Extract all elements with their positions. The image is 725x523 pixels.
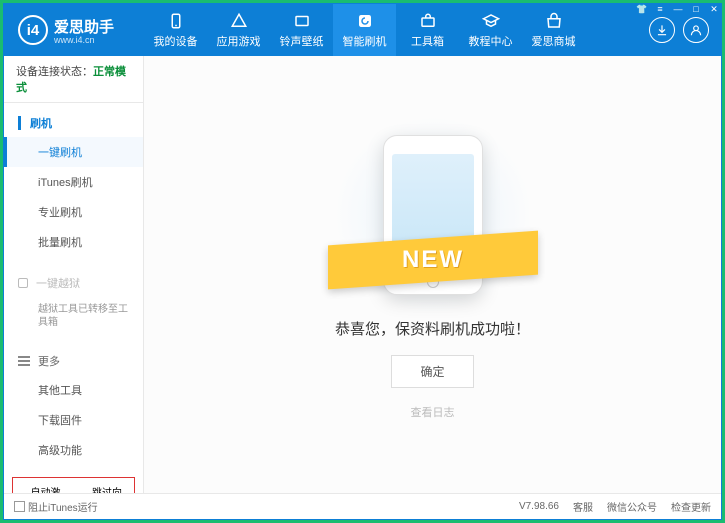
menu-icon — [18, 360, 30, 362]
sidebar-item-advanced[interactable]: 高级功能 — [4, 435, 143, 465]
sidebar-flash-group: 刷机 一键刷机 iTunes刷机 专业刷机 批量刷机 — [4, 103, 143, 263]
body: 设备连接状态：正常模式 刷机 一键刷机 iTunes刷机 专业刷机 批量刷机 一… — [4, 56, 721, 493]
store-icon — [545, 12, 563, 30]
user-button[interactable] — [683, 17, 709, 43]
footer: 阻止iTunes运行 V7.98.66 客服 微信公众号 检查更新 — [4, 493, 721, 519]
check-update-link[interactable]: 检查更新 — [671, 499, 711, 514]
nav-apps[interactable]: 应用游戏 — [207, 4, 270, 56]
nav-ringtones[interactable]: 铃声壁纸 — [270, 4, 333, 56]
sidebar-item-itunes[interactable]: iTunes刷机 — [4, 167, 143, 197]
checkbox-icon — [14, 501, 25, 512]
sidebar-jailbreak-group: 一键越狱 越狱工具已转移至工具箱 — [4, 263, 143, 341]
app-window: 👕 ≡ — □ ✕ i4 爱思助手 www.i4.cn 我的设备 应用游戏 铃声… — [3, 3, 722, 520]
nav-tutorials[interactable]: 教程中心 — [459, 4, 522, 56]
nav-store[interactable]: 爱思商城 — [522, 4, 585, 56]
nav-my-device[interactable]: 我的设备 — [144, 4, 207, 56]
main-panel: NEW 恭喜您，保资料刷机成功啦！ 确定 查看日志 — [144, 56, 721, 493]
nav-toolbox[interactable]: 工具箱 — [396, 4, 459, 56]
sidebar-item-oneclick[interactable]: 一键刷机 — [4, 137, 143, 167]
skin-button[interactable]: 👕 — [634, 3, 650, 15]
download-button[interactable] — [649, 17, 675, 43]
sidebar-item-firmware[interactable]: 下载固件 — [4, 405, 143, 435]
close-button[interactable]: ✕ — [706, 3, 722, 15]
apps-icon — [230, 12, 248, 30]
lock-icon — [18, 278, 28, 288]
phone-illustration: NEW — [363, 130, 503, 300]
app-url: www.i4.cn — [54, 35, 114, 45]
sidebar-jailbreak-header[interactable]: 一键越狱 — [4, 269, 143, 297]
jailbreak-note: 越狱工具已转移至工具箱 — [4, 297, 143, 335]
titlebar: i4 爱思助手 www.i4.cn 我的设备 应用游戏 铃声壁纸 智能刷机 工具… — [4, 4, 721, 56]
sidebar: 设备连接状态：正常模式 刷机 一键刷机 iTunes刷机 专业刷机 批量刷机 一… — [4, 56, 144, 493]
checkbox-skip-guide[interactable]: ✓跳过向导 — [79, 484, 131, 493]
checkbox-block-itunes[interactable]: 阻止iTunes运行 — [14, 499, 98, 514]
logo[interactable]: i4 爱思助手 www.i4.cn — [4, 15, 144, 45]
download-icon — [655, 23, 669, 37]
menu-button[interactable]: ≡ — [652, 3, 668, 15]
refresh-icon — [356, 12, 374, 30]
minimize-button[interactable]: — — [670, 3, 686, 15]
checkbox-auto-activate[interactable]: ✓自动激活 — [17, 484, 69, 493]
user-icon — [689, 23, 703, 37]
options-row: ✓自动激活 ✓跳过向导 — [12, 477, 135, 493]
connection-status: 设备连接状态：正常模式 — [4, 56, 143, 103]
success-message: 恭喜您，保资料刷机成功啦！ — [335, 318, 530, 339]
top-nav: 我的设备 应用游戏 铃声壁纸 智能刷机 工具箱 教程中心 爱思商城 — [144, 4, 649, 56]
maximize-button[interactable]: □ — [688, 3, 704, 15]
sidebar-more-group: 更多 其他工具 下载固件 高级功能 — [4, 341, 143, 471]
logo-icon: i4 — [18, 15, 48, 45]
sidebar-item-pro[interactable]: 专业刷机 — [4, 197, 143, 227]
app-name: 爱思助手 — [54, 16, 114, 37]
bar-icon — [18, 116, 21, 130]
sidebar-item-batch[interactable]: 批量刷机 — [4, 227, 143, 257]
graduation-icon — [482, 12, 500, 30]
footer-right: V7.98.66 客服 微信公众号 检查更新 — [519, 499, 711, 514]
ok-button[interactable]: 确定 — [391, 355, 473, 388]
wallpaper-icon — [293, 12, 311, 30]
customer-service-link[interactable]: 客服 — [573, 499, 593, 514]
phone-icon — [167, 12, 185, 30]
sidebar-item-other[interactable]: 其他工具 — [4, 375, 143, 405]
nav-smart-flash[interactable]: 智能刷机 — [333, 4, 396, 56]
version-label: V7.98.66 — [519, 501, 559, 512]
sidebar-more-header[interactable]: 更多 — [4, 347, 143, 375]
titlebar-right — [649, 17, 721, 43]
wechat-link[interactable]: 微信公众号 — [607, 499, 657, 514]
toolbox-icon — [419, 12, 437, 30]
view-log-link[interactable]: 查看日志 — [411, 404, 455, 420]
footer-left: 阻止iTunes运行 — [14, 499, 98, 514]
window-controls: 👕 ≡ — □ ✕ — [634, 3, 722, 15]
sidebar-flash-header[interactable]: 刷机 — [4, 109, 143, 137]
